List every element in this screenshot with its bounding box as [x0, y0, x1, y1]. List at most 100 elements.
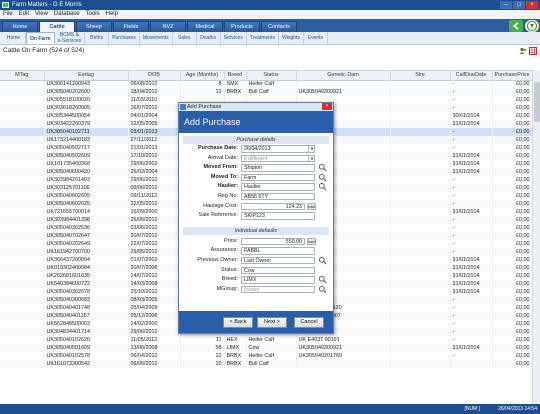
sub-tab-purchases[interactable]: Purchases [109, 32, 140, 44]
sub-tab-home[interactable]: Home [2, 32, 26, 44]
table-cell: 16/09/2000 [128, 208, 181, 216]
search-icon[interactable] [318, 163, 327, 172]
table-cell: UK019302400084 [44, 264, 129, 272]
previous-owner-field[interactable]: Last Owner [241, 256, 315, 265]
table-cell [390, 160, 451, 168]
table-row[interactable]: UK300141200943 06/08/2012 8 SMX Heifer Calf -… [0, 80, 533, 88]
next-button[interactable]: Next > [257, 317, 287, 328]
search-icon[interactable] [318, 285, 327, 294]
sub-tab-treatments[interactable]: Treatments [247, 32, 279, 44]
table-scrollbar[interactable] [532, 70, 540, 404]
table-cell: £0.00 [492, 176, 533, 184]
menu-tools[interactable]: Tools [86, 10, 100, 19]
table-row[interactable]: UK305040102578 06/04/2012 12 BRBX Heifer Cal… [0, 352, 533, 360]
table-cell: BRBX [224, 88, 247, 96]
sub-tab-weights[interactable]: Weights [279, 32, 304, 44]
column-header[interactable]: Age (Months) [180, 71, 225, 81]
app-icon [2, 2, 9, 8]
table-cell: £0.00 [492, 264, 533, 272]
menu-database[interactable]: Database [54, 10, 80, 19]
moved-to-field[interactable]: Farm [241, 173, 315, 182]
column-header[interactable]: Sire [390, 71, 451, 81]
search-icon[interactable] [318, 256, 327, 265]
back-button[interactable] [509, 20, 523, 32]
column-header[interactable]: DOB [128, 71, 181, 81]
scrollbar-thumb[interactable] [534, 82, 540, 122]
column-header[interactable]: Eartag [44, 71, 129, 81]
main-tab-cattle[interactable]: Cattle [39, 21, 75, 32]
arrival-date-field[interactable]: if different [241, 154, 315, 163]
main-tab-products[interactable]: Products [224, 21, 260, 32]
main-tab-sheep[interactable]: Sheep [76, 21, 112, 32]
table-cell [390, 320, 451, 328]
sub-tab-events[interactable]: Events [304, 32, 328, 44]
main-tab-contacts[interactable]: Contacts [261, 21, 297, 32]
sale-ref-field[interactable]: SKIP123 [241, 212, 315, 220]
column-header[interactable]: MTag [0, 71, 45, 81]
table-cell [390, 232, 451, 240]
chevron-down-icon[interactable]: ▼ [308, 154, 315, 163]
sub-tab-movements[interactable]: Movements [140, 32, 173, 44]
haulage-total-button[interactable]: total [307, 202, 316, 211]
haulage-cost-field[interactable]: 124.23 [241, 202, 305, 211]
menu-help[interactable]: Help [106, 10, 118, 19]
table-cell: £0.00 [492, 192, 533, 200]
main-tab-medical[interactable]: Medical [187, 21, 223, 32]
column-header[interactable]: PurchasePrice [492, 71, 533, 81]
main-tab-fields[interactable]: Fields [113, 21, 149, 32]
reg-no-field[interactable]: AB56 6TY [241, 192, 315, 201]
menu-file[interactable]: File [3, 10, 13, 19]
menu-edit[interactable]: Edit [19, 10, 29, 19]
table-cell: - [450, 352, 493, 360]
sub-tab-sales[interactable]: Sales [173, 32, 197, 44]
table-cell [390, 80, 451, 88]
menu-view[interactable]: View [35, 10, 48, 19]
table-cell: £0.00 [492, 248, 533, 256]
column-header[interactable]: Breed [224, 71, 247, 81]
sub-tab-bcms-e-services[interactable]: BCMS & e-Services [55, 32, 86, 44]
close-button[interactable]: × [526, 1, 538, 9]
moved-from-field[interactable]: Shipton [241, 164, 315, 172]
table-cell: 26/02/2004 [128, 168, 181, 176]
price-field[interactable]: 550.00 [241, 237, 305, 246]
sub-tab-services[interactable]: Services [221, 32, 247, 44]
search-icon[interactable] [318, 182, 327, 191]
table-row[interactable]: UK161073300542 06/06/2012 10 BRBX Bull Calf £… [0, 360, 533, 368]
maximize-button[interactable]: □ [513, 1, 525, 9]
table-cell: Bull Calf [246, 360, 297, 368]
table-cell: £0.00 [492, 224, 533, 232]
sub-tab-births[interactable]: Births [85, 32, 110, 44]
main-tab-nvz[interactable]: NVZ [150, 21, 186, 32]
breed-field[interactable]: LIMX [241, 276, 315, 284]
purchase-date-field[interactable]: 26/04/2013 [241, 145, 315, 153]
column-header[interactable]: Status [246, 71, 297, 81]
haulier-field[interactable]: Haulier [241, 183, 315, 191]
search-icon[interactable] [318, 173, 327, 182]
search-icon[interactable] [318, 275, 327, 284]
grid-export-icon[interactable] [529, 47, 537, 55]
table-cell: £0.00 [492, 304, 533, 312]
chevron-down-icon[interactable]: ▼ [308, 145, 315, 153]
table-row[interactable]: UK305040501609 13/06/2008 58 LIMX Cow UK30504… [0, 344, 533, 352]
cancel-button[interactable]: Cancel [294, 317, 324, 328]
column-header[interactable]: CalfDueDate [450, 71, 493, 81]
price-each-button[interactable]: each [307, 237, 316, 246]
users-icon[interactable] [519, 47, 527, 55]
mgroup-field[interactable]: (none) [241, 285, 315, 294]
table-cell [0, 144, 45, 152]
back-button[interactable]: < Back [223, 317, 253, 328]
table-row[interactable]: UK305040102620 11/05/2012 11 HEX Heifer Calf… [0, 336, 533, 344]
table-row[interactable]: UK305040202600 18/04/2012 12 BRBX Bull Calf U… [0, 88, 533, 96]
table-cell: £0.00 [492, 112, 533, 120]
dialog-close-button[interactable]: × [322, 103, 332, 110]
status-field[interactable]: Cow [241, 266, 315, 275]
minimize-button[interactable]: – [500, 1, 512, 9]
sub-tab-deaths[interactable]: Deaths [197, 32, 221, 44]
assurance-field[interactable]: FABBL [241, 247, 315, 255]
app-logo[interactable] [525, 20, 539, 32]
table-cell: 20/07/2012 [128, 232, 181, 240]
column-header[interactable]: Genetic Dam [296, 71, 391, 81]
sub-tab-on-farm[interactable]: On Farm [26, 32, 55, 44]
table-cell: UK305040302636 [44, 224, 129, 232]
main-tab-home[interactable]: Home [2, 21, 38, 32]
